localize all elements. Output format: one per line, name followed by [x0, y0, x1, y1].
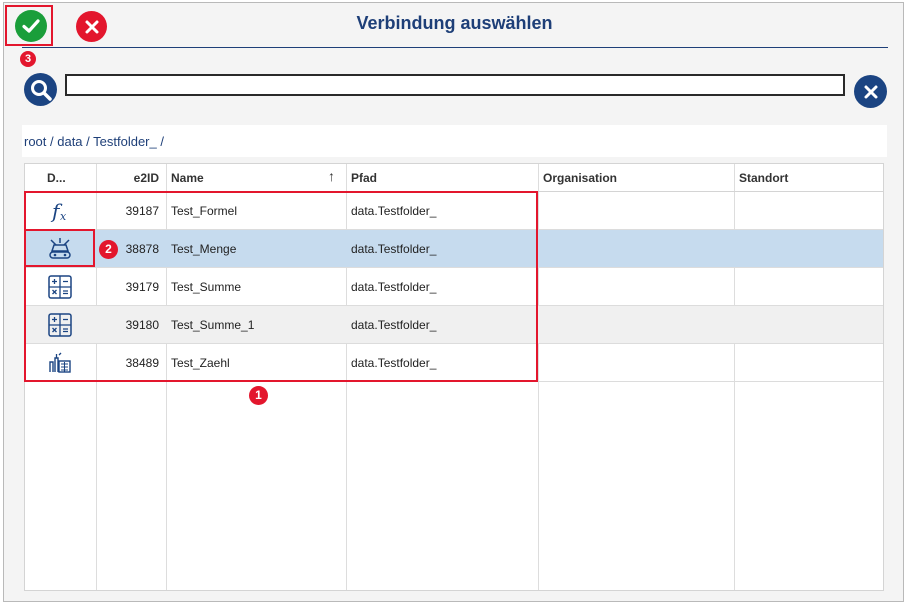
table-row[interactable]: 38489 Test_Zaehl data.Testfolder_ [25, 344, 883, 382]
quantity-icon [49, 238, 71, 259]
row-path: data.Testfolder_ [351, 318, 437, 332]
table-row[interactable]: 39179 Test_Summe data.Testfolder_ [25, 268, 883, 306]
column-header-location[interactable]: Standort [739, 171, 788, 185]
title-divider [22, 47, 888, 48]
row-id: 39179 [125, 280, 159, 294]
formula-icon: f x [50, 199, 67, 223]
column-header-type[interactable]: D... [47, 171, 66, 185]
annotation-badge-3: 3 [20, 51, 36, 67]
breadcrumb-bar: root / data / Testfolder_ / [22, 125, 887, 157]
table-row[interactable]: f x 39187 Test_Formel data.Testfolder_ [25, 192, 883, 230]
table-row-selected[interactable]: 38878 Test_Menge data.Testfolder_ [25, 230, 883, 268]
table-header: D... e2ID Name ↑ Pfad Organisation Stand… [25, 164, 883, 192]
dialog-title: Verbindung auswählen [356, 13, 553, 33]
row-path: data.Testfolder_ [351, 356, 437, 370]
row-path: data.Testfolder_ [351, 242, 437, 256]
clear-search-button[interactable] [854, 75, 887, 108]
row-id: 38489 [125, 356, 159, 370]
annotation-badge-1: 1 [249, 386, 268, 405]
column-header-organisation[interactable]: Organisation [543, 171, 617, 185]
row-name: Test_Menge [171, 242, 237, 256]
calculator-icon [48, 275, 72, 299]
annotation-badge-2: 2 [99, 240, 118, 259]
connection-dialog: Verbindung auswählen root / data / Testf… [3, 2, 904, 602]
row-path: data.Testfolder_ [351, 204, 437, 218]
row-path: data.Testfolder_ [351, 280, 437, 294]
row-name: Test_Summe_1 [171, 318, 255, 332]
row-id: 39187 [125, 204, 159, 218]
column-header-name[interactable]: Name [171, 171, 204, 185]
breadcrumb[interactable]: root / data / Testfolder_ / [24, 134, 164, 149]
row-name: Test_Formel [171, 204, 238, 218]
sort-ascending-icon[interactable]: ↑ [328, 168, 335, 184]
row-id: 39180 [125, 318, 159, 332]
table-row[interactable]: 39180 Test_Summe_1 data.Testfolder_ [25, 306, 883, 344]
calculator-icon [48, 313, 72, 337]
search-icon [30, 79, 52, 101]
column-header-path[interactable]: Pfad [351, 171, 377, 185]
svg-text:x: x [60, 210, 67, 223]
row-name: Test_Zaehl [171, 356, 230, 370]
search-button[interactable] [24, 73, 57, 106]
search-input[interactable] [65, 74, 845, 96]
column-header-id[interactable]: e2ID [99, 171, 159, 185]
connection-table: D... e2ID Name ↑ Pfad Organisation Stand… [24, 163, 884, 591]
clear-icon [864, 85, 877, 98]
row-name: Test_Summe [171, 280, 242, 294]
counter-icon [49, 352, 71, 373]
